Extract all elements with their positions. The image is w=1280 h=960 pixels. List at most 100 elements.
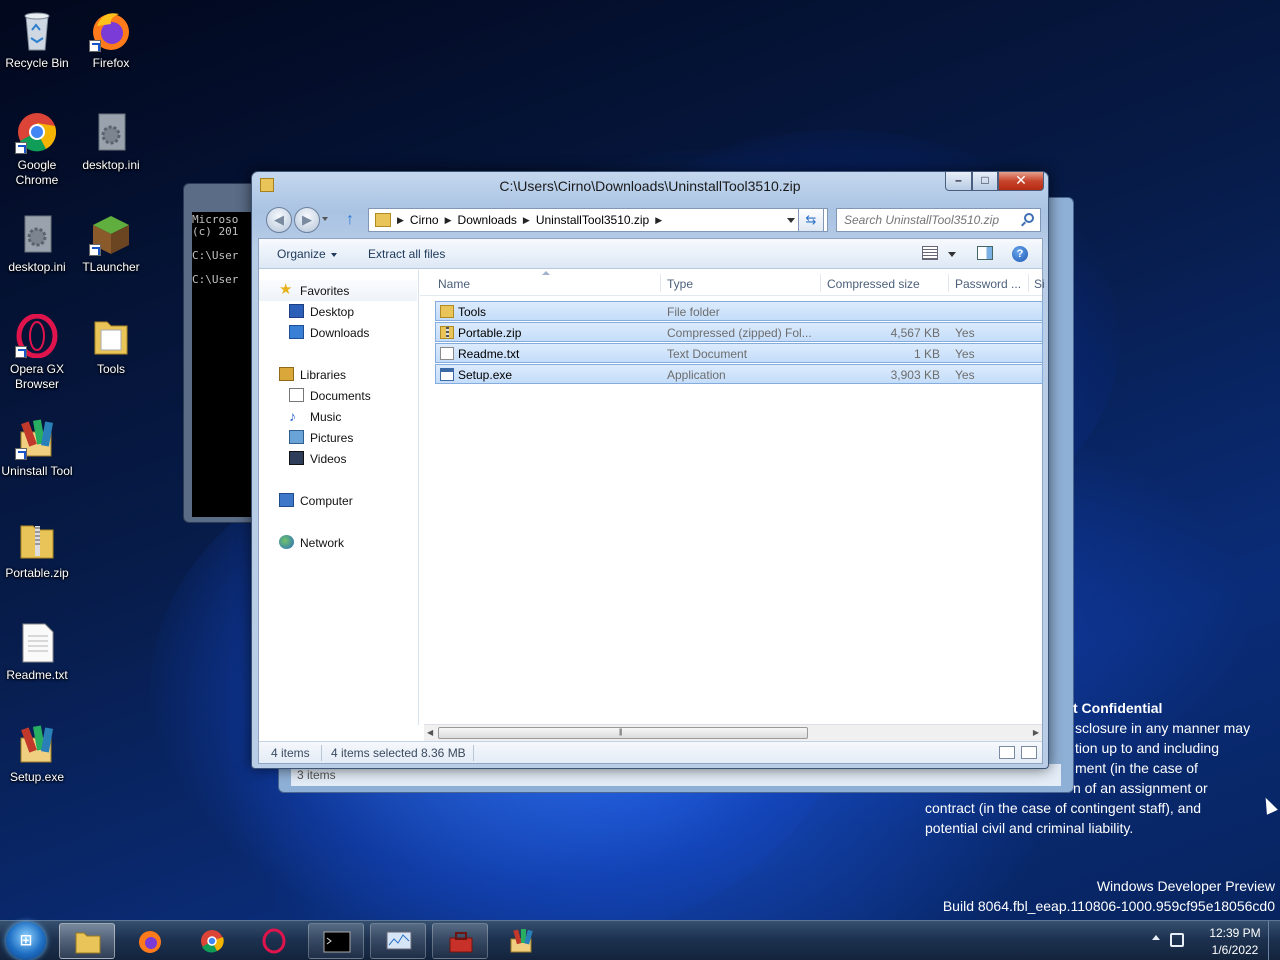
extract-all-button[interactable]: Extract all files: [368, 247, 445, 261]
taskbar-chrome[interactable]: [184, 923, 240, 959]
file-type: Text Document: [667, 347, 748, 361]
maximize-button[interactable]: □: [972, 172, 998, 191]
nav-downloads[interactable]: Downloads: [259, 322, 417, 343]
help-icon[interactable]: ?: [1012, 246, 1028, 262]
explorer-window[interactable]: C:\Users\Cirno\Downloads\UninstallTool35…: [251, 171, 1049, 769]
desktop-icon-readme[interactable]: Readme.txt: [1, 620, 73, 683]
nav-music[interactable]: ♪ Music: [259, 406, 417, 427]
sort-ascending-icon: [542, 271, 550, 275]
column-size[interactable]: Si: [1034, 277, 1045, 291]
back-button[interactable]: ◀: [266, 207, 292, 233]
search-input[interactable]: [837, 209, 1017, 231]
file-row[interactable]: Tools File folder: [435, 301, 1043, 321]
desktop-icon-opera-gx[interactable]: Opera GX Browser: [1, 313, 73, 392]
address-bar[interactable]: ▶ Cirno ▶ Downloads ▶ UninstallTool3510.…: [368, 208, 828, 232]
large-icons-view-icon[interactable]: [1021, 746, 1037, 759]
show-desktop-button[interactable]: [1268, 921, 1280, 960]
taskbar-toolbox[interactable]: [432, 923, 488, 959]
breadcrumb-item[interactable]: Downloads: [458, 213, 517, 227]
column-divider[interactable]: [1028, 274, 1029, 292]
desktop-icon-tools[interactable]: Tools: [75, 314, 147, 377]
breadcrumb-item[interactable]: UninstallTool3510.zip: [536, 213, 649, 227]
desktop-icon-uninstall-tool[interactable]: Uninstall Tool: [1, 416, 73, 479]
column-divider[interactable]: [948, 274, 949, 292]
taskbar-explorer[interactable]: [59, 923, 115, 959]
column-compressed-size[interactable]: Compressed size: [827, 277, 920, 291]
file-row[interactable]: Readme.txt Text Document 1 KB Yes: [435, 343, 1043, 363]
column-password[interactable]: Password ...: [955, 277, 1021, 291]
clock[interactable]: 12:39 PM 1/6/2022: [1200, 925, 1270, 959]
close-button[interactable]: ✕: [998, 172, 1044, 191]
refresh-button[interactable]: ⇆: [798, 208, 824, 232]
file-row[interactable]: Portable.zip Compressed (zipped) Fol... …: [435, 322, 1043, 342]
recent-pages-dropdown[interactable]: [322, 217, 328, 221]
desktop-icon-portable-zip[interactable]: Portable.zip: [1, 518, 73, 581]
application-icon: [440, 368, 454, 381]
desktop-icon-firefox[interactable]: Firefox: [75, 8, 147, 71]
column-divider[interactable]: [820, 274, 821, 292]
column-divider[interactable]: [660, 274, 661, 292]
preview-pane-icon[interactable]: [977, 246, 993, 260]
nav-pictures[interactable]: Pictures: [259, 427, 417, 448]
desktop-icon-label: TLauncher: [82, 260, 140, 274]
nav-network[interactable]: Network: [259, 532, 417, 553]
folder-icon: [89, 314, 133, 358]
taskbar-uninstall-tool[interactable]: [494, 923, 550, 959]
nav-label: Favorites: [300, 284, 350, 298]
desktop-icon-label: desktop.ini: [82, 158, 140, 172]
desktop-icon-tlauncher[interactable]: TLauncher: [75, 212, 147, 275]
desktop-icon-setup[interactable]: Setup.exe: [1, 722, 73, 785]
column-type[interactable]: Type: [667, 277, 693, 291]
scroll-left-icon[interactable]: ◀: [427, 728, 433, 737]
nav-desktop[interactable]: Desktop: [259, 301, 417, 322]
desktop-icon-chrome[interactable]: Google Chrome: [1, 110, 73, 188]
nav-videos[interactable]: Videos: [259, 448, 417, 469]
views-dropdown-icon[interactable]: [948, 252, 956, 257]
taskbar-command-prompt[interactable]: [308, 923, 364, 959]
network-status-icon[interactable]: [1170, 933, 1184, 947]
chevron-down-icon: [330, 252, 337, 257]
start-button[interactable]: ⊞: [6, 922, 46, 960]
file-list[interactable]: Name Type Compressed size Password ... S…: [420, 270, 1045, 725]
file-row[interactable]: Setup.exe Application 3,903 KB Yes: [435, 364, 1043, 384]
toolbox-icon: [449, 932, 473, 953]
settings-file-icon: [15, 212, 59, 256]
up-arrow-icon[interactable]: ↑: [346, 211, 354, 229]
desktop-icon-recycle-bin[interactable]: Recycle Bin: [1, 8, 73, 71]
chevron-down-icon[interactable]: [787, 218, 795, 223]
details-view-icon[interactable]: [999, 746, 1015, 759]
organize-button[interactable]: Organize: [277, 247, 337, 261]
documents-icon: [289, 388, 304, 402]
chevron-right-icon[interactable]: ▶: [445, 215, 452, 226]
chevron-right-icon[interactable]: ▶: [523, 215, 530, 226]
column-name[interactable]: Name: [438, 277, 470, 291]
desktop-icon-desktop-ini[interactable]: desktop.ini: [75, 110, 147, 173]
breadcrumb-item[interactable]: Cirno: [410, 213, 439, 227]
scroll-right-icon[interactable]: ▶: [1033, 728, 1039, 737]
views-icon[interactable]: [922, 246, 938, 260]
chevron-right-icon[interactable]: ▶: [397, 215, 404, 226]
show-hidden-icons-icon[interactable]: [1152, 935, 1160, 940]
nav-documents[interactable]: Documents: [259, 385, 417, 406]
forward-arrow-icon: ▶: [302, 212, 312, 227]
taskbar: ⊞ 12:39 PM 1/6/2022: [0, 920, 1280, 960]
nav-libraries[interactable]: Libraries: [259, 364, 417, 385]
scrollbar-thumb[interactable]: |||: [438, 727, 808, 739]
taskbar-firefox[interactable]: [122, 923, 178, 959]
nav-favorites[interactable]: ★ Favorites: [259, 280, 417, 301]
desktop-icon-desktop-ini-2[interactable]: desktop.ini: [1, 212, 73, 275]
confidential-line: contract (in the case of contingent staf…: [925, 800, 1202, 816]
taskbar-performance-monitor[interactable]: [370, 923, 426, 959]
title-bar[interactable]: C:\Users\Cirno\Downloads\UninstallTool35…: [252, 172, 1048, 202]
search-icon[interactable]: [1024, 213, 1034, 223]
taskbar-opera-gx[interactable]: [246, 923, 302, 959]
chevron-right-icon[interactable]: ▶: [655, 215, 662, 226]
minimize-button[interactable]: –: [945, 172, 972, 191]
archive-app-icon: [15, 416, 59, 460]
forward-button[interactable]: ▶: [294, 207, 320, 233]
explorer-content: Organize Extract all files ? ★ Favorites …: [258, 238, 1045, 764]
horizontal-scrollbar[interactable]: ◀ ||| ▶: [424, 724, 1042, 741]
nav-computer[interactable]: Computer: [259, 490, 417, 511]
search-box[interactable]: [836, 208, 1041, 232]
nav-label: Documents: [310, 389, 371, 403]
